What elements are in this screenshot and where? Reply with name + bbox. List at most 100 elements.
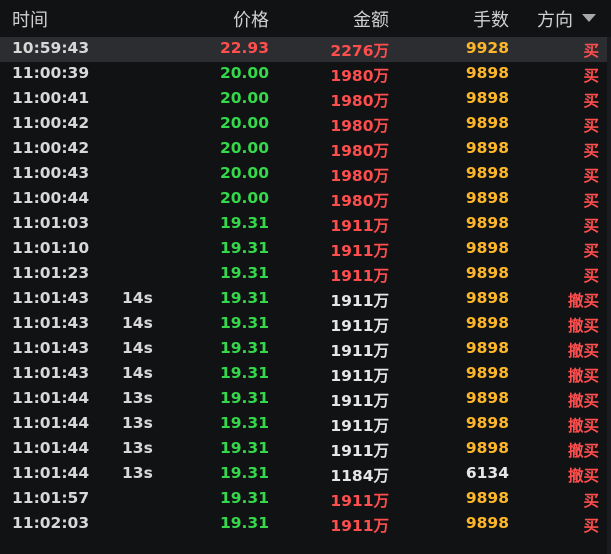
table-row[interactable]: 11:01:44 13s 19.31 1911万 9898 撤买 <box>0 387 611 412</box>
cell-amount: 1980万 <box>330 67 389 85</box>
cell-amount: 1911万 <box>330 517 389 535</box>
cell-price: 19.31 <box>219 314 269 332</box>
table-row[interactable]: 11:01:10 19.31 1911万 9898 买 <box>0 237 611 262</box>
cell-time: 11:01:43 <box>12 289 90 307</box>
cell-qty: 9898 <box>465 164 509 182</box>
cell-qty: 9898 <box>465 364 509 382</box>
table-row[interactable]: 11:00:44 20.00 1980万 9898 买 <box>0 187 611 212</box>
cell-qty: 9898 <box>465 89 509 107</box>
cell-price: 20.00 <box>219 164 269 182</box>
column-header-amount[interactable]: 金额 <box>353 6 389 32</box>
cell-qty: 9898 <box>465 414 509 432</box>
table-row[interactable]: 11:02:03 19.31 1911万 9898 买 <box>0 512 611 537</box>
table-row[interactable]: 11:01:44 13s 19.31 1184万 6134 撤买 <box>0 462 611 487</box>
cell-direction: 买 <box>583 267 599 285</box>
table-row[interactable]: 10:59:43 22.93 2276万 9928 买 <box>0 37 611 62</box>
table-row[interactable]: 11:01:44 13s 19.31 1911万 9898 撤买 <box>0 437 611 462</box>
cell-amount: 1911万 <box>330 292 389 310</box>
column-header-qty[interactable]: 手数 <box>473 6 509 32</box>
cell-time: 11:00:42 <box>12 139 90 157</box>
cell-time: 11:01:44 <box>12 389 90 407</box>
cell-qty: 9898 <box>465 189 509 207</box>
cell-qty: 9898 <box>465 239 509 257</box>
cell-amount: 1911万 <box>330 242 389 260</box>
triangle-down-icon[interactable] <box>582 14 596 22</box>
table-row[interactable]: 11:01:43 14s 19.31 1911万 9898 撤买 <box>0 287 611 312</box>
table-row[interactable]: 11:00:42 20.00 1980万 9898 买 <box>0 137 611 162</box>
cell-delay: 14s <box>122 314 153 332</box>
cell-price: 19.31 <box>219 264 269 282</box>
cell-direction: 买 <box>583 67 599 85</box>
column-header-time[interactable]: 时间 <box>12 6 48 32</box>
cell-amount: 2276万 <box>330 42 389 60</box>
cell-amount: 1980万 <box>330 92 389 110</box>
cell-qty: 6134 <box>465 464 509 482</box>
table-row[interactable]: 11:00:43 20.00 1980万 9898 买 <box>0 162 611 187</box>
cell-delay: 13s <box>122 389 153 407</box>
cell-amount: 1184万 <box>330 467 389 485</box>
cell-direction: 买 <box>583 142 599 160</box>
cell-direction: 买 <box>583 242 599 260</box>
cell-qty: 9898 <box>465 214 509 232</box>
cell-delay: 14s <box>122 364 153 382</box>
table-row[interactable]: 11:01:44 13s 19.31 1911万 9898 撤买 <box>0 412 611 437</box>
table-row[interactable]: 11:01:57 19.31 1911万 9898 买 <box>0 487 611 512</box>
cell-delay: 13s <box>122 464 153 482</box>
cell-time: 11:00:44 <box>12 189 90 207</box>
cell-price: 20.00 <box>219 64 269 82</box>
table-row[interactable]: 11:01:23 19.31 1911万 9898 买 <box>0 262 611 287</box>
cell-direction: 买 <box>583 192 599 210</box>
cell-time: 11:01:44 <box>12 439 90 457</box>
cell-amount: 1911万 <box>330 317 389 335</box>
cell-qty: 9928 <box>465 39 509 57</box>
cell-price: 19.31 <box>219 339 269 357</box>
table-row[interactable]: 11:01:43 14s 19.31 1911万 9898 撤买 <box>0 337 611 362</box>
cell-amount: 1980万 <box>330 192 389 210</box>
cell-amount: 1911万 <box>330 217 389 235</box>
table-header: 时间 价格 金额 手数 方向 <box>0 0 611 37</box>
cell-price: 22.93 <box>219 39 269 57</box>
cell-delay: 14s <box>122 289 153 307</box>
cell-time: 11:01:57 <box>12 489 90 507</box>
cell-direction: 撤买 <box>567 367 599 385</box>
cell-price: 19.31 <box>219 439 269 457</box>
cell-amount: 1911万 <box>330 442 389 460</box>
table-row[interactable]: 11:01:43 14s 19.31 1911万 9898 撤买 <box>0 312 611 337</box>
cell-amount: 1911万 <box>330 267 389 285</box>
column-header-direction[interactable]: 方向 <box>537 6 573 32</box>
cell-time: 11:00:41 <box>12 89 90 107</box>
cell-price: 19.31 <box>219 514 269 532</box>
cell-time: 11:02:03 <box>12 514 90 532</box>
cell-time: 11:01:43 <box>12 364 90 382</box>
cell-direction: 撤买 <box>567 392 599 410</box>
table-row[interactable]: 11:00:41 20.00 1980万 9898 买 <box>0 87 611 112</box>
scrollbar[interactable] <box>607 37 611 554</box>
table-row[interactable]: 11:00:39 20.00 1980万 9898 买 <box>0 62 611 87</box>
cell-price: 20.00 <box>219 114 269 132</box>
cell-amount: 1980万 <box>330 142 389 160</box>
table-row[interactable]: 11:00:42 20.00 1980万 9898 买 <box>0 112 611 137</box>
cell-time: 11:01:43 <box>12 314 90 332</box>
cell-price: 19.31 <box>219 364 269 382</box>
cell-qty: 9898 <box>465 314 509 332</box>
cell-direction: 买 <box>583 492 599 510</box>
cell-price: 19.31 <box>219 464 269 482</box>
cell-qty: 9898 <box>465 339 509 357</box>
cell-qty: 9898 <box>465 289 509 307</box>
cell-amount: 1911万 <box>330 417 389 435</box>
cell-delay: 13s <box>122 439 153 457</box>
column-header-price[interactable]: 价格 <box>233 6 269 32</box>
cell-direction: 买 <box>583 92 599 110</box>
table-row[interactable]: 11:01:03 19.31 1911万 9898 买 <box>0 212 611 237</box>
cell-price: 20.00 <box>219 189 269 207</box>
cell-amount: 1911万 <box>330 492 389 510</box>
cell-price: 20.00 <box>219 139 269 157</box>
cell-price: 19.31 <box>219 289 269 307</box>
table-row[interactable]: 11:01:43 14s 19.31 1911万 9898 撤买 <box>0 362 611 387</box>
cell-price: 20.00 <box>219 89 269 107</box>
cell-amount: 1911万 <box>330 367 389 385</box>
cell-direction: 撤买 <box>567 417 599 435</box>
cell-time: 11:01:03 <box>12 214 90 232</box>
cell-qty: 9898 <box>465 389 509 407</box>
cell-qty: 9898 <box>465 139 509 157</box>
